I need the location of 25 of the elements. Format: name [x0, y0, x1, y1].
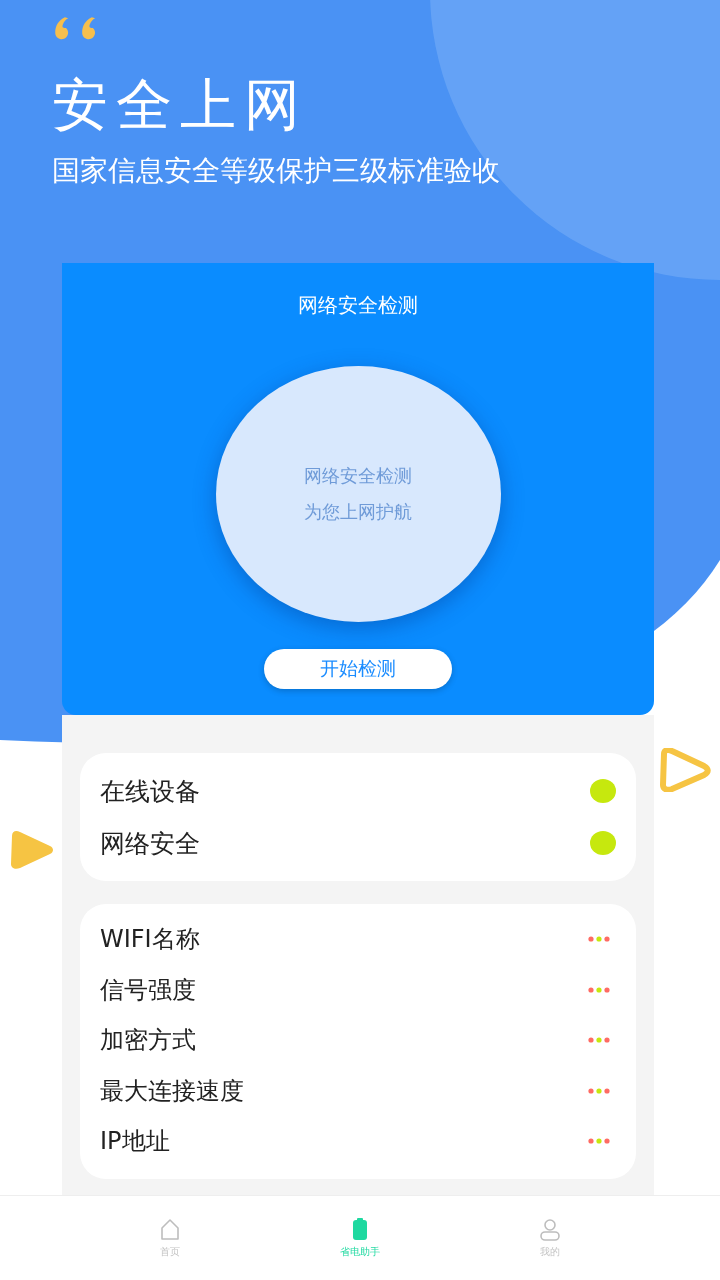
scan-circle[interactable]: 网络安全检测 为您上网护航	[215, 366, 501, 622]
home-icon	[159, 1217, 182, 1241]
tab-item[interactable]: 省电助手	[336, 1215, 384, 1261]
loading-dots-icon	[588, 1138, 610, 1145]
info-label: 加密方式	[100, 1025, 196, 1057]
circle-text: 为您上网护航	[304, 500, 412, 524]
card-title: 网络安全检测	[298, 292, 418, 319]
start-scan-button[interactable]: 开始检测	[264, 649, 452, 689]
info-label: 信号强度	[100, 974, 196, 1006]
status-label: 网络安全	[100, 827, 200, 860]
info-label: IP地址	[100, 1126, 170, 1158]
status-dot-icon	[590, 779, 616, 803]
page-subtitle: 国家信息安全等级保护三级标准验收	[52, 153, 501, 189]
loading-dots-icon	[588, 936, 610, 943]
status-dot-icon	[590, 831, 616, 855]
person-icon	[538, 1217, 561, 1241]
triangle-icon	[8, 830, 54, 870]
status-label: 在线设备	[100, 775, 200, 808]
page-title: 安全上网	[52, 73, 309, 137]
loading-dots-icon	[588, 1037, 610, 1044]
circle-text: 网络安全检测	[304, 464, 412, 488]
loading-dots-icon	[588, 1087, 610, 1094]
loading-dots-icon	[588, 986, 610, 993]
info-label: 最大连接速度	[100, 1075, 244, 1107]
info-label: WIFI名称	[100, 924, 200, 956]
